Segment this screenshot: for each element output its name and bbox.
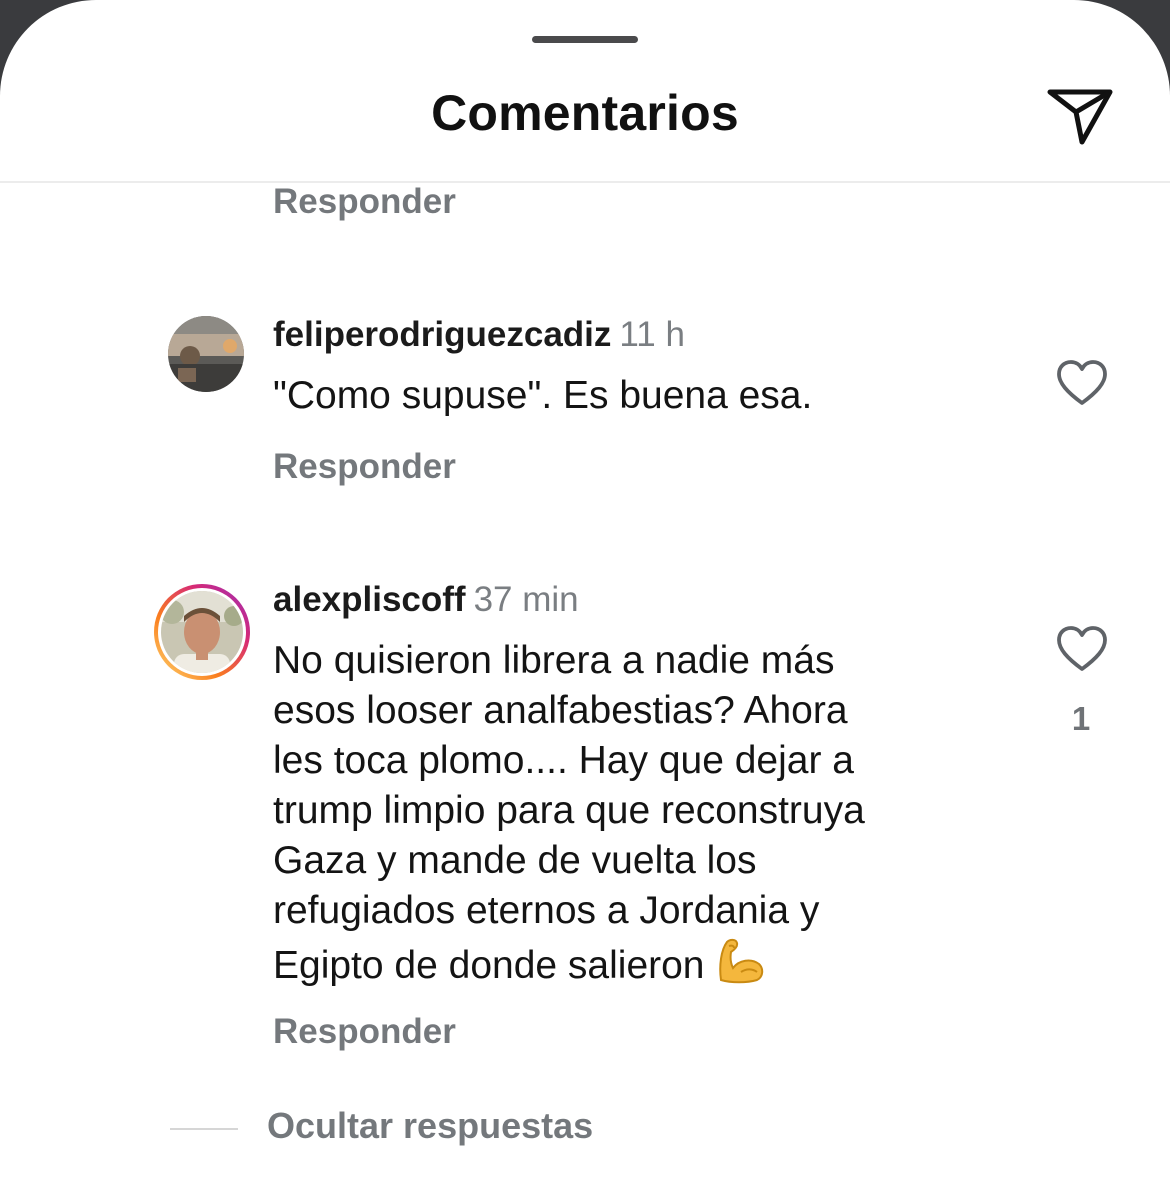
avatar-photo	[168, 316, 244, 392]
username[interactable]: alexpliscoff	[273, 580, 466, 619]
replies-divider-line	[170, 1128, 238, 1130]
like-count: 1	[1071, 700, 1091, 737]
comment-header: feliperodriguezcadiz 11 h	[273, 315, 685, 355]
comment-text: "Como supuse". Es buena esa.	[273, 374, 813, 417]
page-title: Comentarios	[431, 85, 739, 141]
username[interactable]: feliperodriguezcadiz	[273, 315, 611, 354]
heart-outline-icon	[1057, 360, 1107, 405]
flexed-biceps-emoji	[715, 936, 765, 997]
avatar-photo	[154, 584, 250, 680]
comment-text-body: No quisieron librera a nadie más esos lo…	[273, 639, 865, 987]
comment-header: alexpliscoff 37 min	[273, 580, 579, 620]
sheet-grabber-handle[interactable]	[532, 36, 638, 43]
header-divider	[0, 181, 1170, 183]
like-button[interactable]	[1055, 624, 1109, 674]
comment-time: 11 h	[619, 315, 685, 354]
reply-button[interactable]: Responder	[273, 447, 456, 487]
comments-sheet: Comentarios Responder feliperodriguezcad…	[0, 0, 1170, 1200]
reply-button[interactable]: Responder	[273, 1012, 456, 1052]
comment-text: No quisieron librera a nadie más esos lo…	[273, 636, 865, 997]
hide-replies-button[interactable]: Ocultar respuestas	[267, 1105, 593, 1147]
heart-outline-icon	[1057, 626, 1107, 671]
like-button[interactable]	[1055, 358, 1109, 408]
avatar-with-story-ring[interactable]	[152, 582, 252, 682]
avatar[interactable]	[168, 316, 244, 392]
comment-time: 37 min	[473, 580, 579, 619]
reply-button[interactable]: Responder	[273, 182, 456, 222]
paper-plane-icon	[1047, 89, 1113, 145]
send-button[interactable]	[1040, 78, 1120, 148]
